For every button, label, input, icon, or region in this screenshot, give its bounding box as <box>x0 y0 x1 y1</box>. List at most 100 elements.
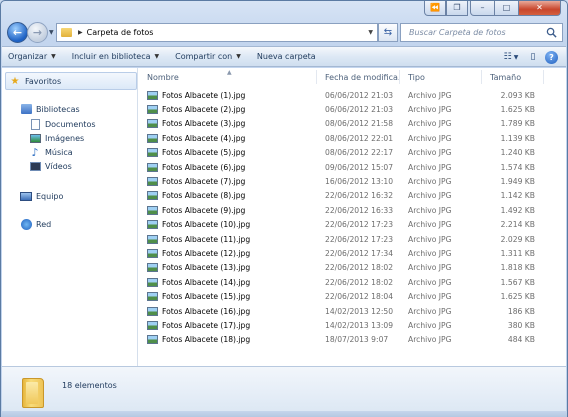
column-size[interactable]: Tamaño <box>482 70 544 84</box>
nav-favorites[interactable]: ★ Favoritos <box>5 72 137 90</box>
file-row[interactable]: Fotos Albacete (3).jpg 08/06/2012 21:58 Ar… <box>139 117 566 131</box>
nav-pictures[interactable]: Imágenes <box>29 132 84 144</box>
file-row[interactable]: Fotos Albacete (14).jpg 22/06/2012 18:02 A… <box>139 275 566 289</box>
file-name-cell[interactable]: Fotos Albacete (3).jpg <box>147 119 246 129</box>
forward-button[interactable]: → <box>27 22 48 43</box>
file-name-cell[interactable]: Fotos Albacete (14).jpg <box>147 277 250 287</box>
file-type: Archivo JPG <box>408 205 452 215</box>
preview-pane-icon[interactable]: ▯ <box>523 50 543 64</box>
back-button[interactable]: ← <box>7 22 28 43</box>
nav-favorites-label: Favoritos <box>25 76 62 86</box>
nav-computer[interactable]: Equipo <box>20 190 63 202</box>
breadcrumb-separator-icon[interactable]: ▶ <box>78 29 83 36</box>
file-name: Fotos Albacete (13).jpg <box>162 263 251 273</box>
jpg-file-icon <box>147 292 158 302</box>
file-name: Fotos Albacete (10).jpg <box>162 220 251 230</box>
file-name-cell[interactable]: Fotos Albacete (13).jpg <box>147 263 251 273</box>
file-row[interactable]: Fotos Albacete (6).jpg 09/06/2012 15:07 Ar… <box>139 160 566 174</box>
maximize-button[interactable]: □ <box>495 1 519 16</box>
file-name-cell[interactable]: Fotos Albacete (16).jpg <box>147 306 250 316</box>
file-row[interactable]: Fotos Albacete (5).jpg 08/06/2012 22:17 Ar… <box>139 146 566 160</box>
share-with-menu[interactable]: Compartir con ▼ <box>169 52 247 61</box>
file-row[interactable]: Fotos Albacete (12).jpg 22/06/2012 17:34 A… <box>139 246 566 260</box>
address-dropdown-icon[interactable]: ▼ <box>368 29 373 36</box>
file-row[interactable]: Fotos Albacete (1).jpg 06/06/2012 21:03 Ar… <box>139 88 566 102</box>
file-name-cell[interactable]: Fotos Albacete (18).jpg <box>147 335 250 345</box>
file-date: 18/07/2013 9:07 <box>325 335 389 345</box>
file-row[interactable]: Fotos Albacete (9).jpg 22/06/2012 16:33 Ar… <box>139 203 566 217</box>
new-folder-label: Nueva carpeta <box>256 52 316 61</box>
file-row[interactable]: Fotos Albacete (11).jpg 22/06/2012 17:23 A… <box>139 232 566 246</box>
help-icon[interactable]: ? <box>545 50 558 64</box>
jpg-file-icon <box>147 177 158 187</box>
file-row[interactable]: Fotos Albacete (16).jpg 14/02/2013 12:50 A… <box>139 304 566 318</box>
file-name-cell[interactable]: Fotos Albacete (11).jpg <box>147 234 251 244</box>
file-row[interactable]: Fotos Albacete (18).jpg 18/07/2013 9:07 Ar… <box>139 333 566 347</box>
nav-documents[interactable]: Documentos <box>29 118 96 130</box>
search-icon[interactable] <box>546 27 557 38</box>
file-name-cell[interactable]: Fotos Albacete (17).jpg <box>147 320 251 330</box>
file-row[interactable]: Fotos Albacete (4).jpg 08/06/2012 22:01 Ar… <box>139 131 566 145</box>
file-date: 22/06/2012 18:02 <box>325 263 394 273</box>
search-input[interactable] <box>409 28 539 37</box>
file-row[interactable]: Fotos Albacete (10).jpg 22/06/2012 17:23 A… <box>139 218 566 232</box>
nav-libraries[interactable]: Bibliotecas <box>20 103 80 115</box>
file-name-cell[interactable]: Fotos Albacete (10).jpg <box>147 220 251 230</box>
include-in-library-menu[interactable]: Incluir en biblioteca ▼ <box>66 52 165 61</box>
file-size: 1.142 KB <box>500 191 535 201</box>
recent-pages-dropdown[interactable]: ▼ <box>49 29 54 36</box>
file-row[interactable]: Fotos Albacete (7).jpg 16/06/2012 13:10 Ar… <box>139 174 566 188</box>
window-bottom-edge <box>1 411 567 417</box>
rewind-icon[interactable]: ⏪ <box>424 1 446 16</box>
file-row[interactable]: Fotos Albacete (8).jpg 22/06/2012 16:32 Ar… <box>139 189 566 203</box>
column-name[interactable]: Nombre ▲ <box>139 70 317 84</box>
file-row[interactable]: Fotos Albacete (17).jpg 14/02/2013 13:09 A… <box>139 318 566 332</box>
refresh-button[interactable]: ⇆ <box>378 23 398 42</box>
file-name-cell[interactable]: Fotos Albacete (5).jpg <box>147 148 245 158</box>
file-name: Fotos Albacete (3).jpg <box>162 119 246 129</box>
views-icon[interactable]: ☷ ▼ <box>501 50 521 64</box>
file-size: 1.625 KB <box>500 105 535 115</box>
file-name-cell[interactable]: Fotos Albacete (4).jpg <box>147 133 245 143</box>
column-type[interactable]: Tipo <box>400 70 482 84</box>
close-button[interactable]: ✕ <box>519 1 561 16</box>
file-name: Fotos Albacete (11).jpg <box>162 234 251 244</box>
minimize-button[interactable]: – <box>470 1 495 16</box>
jpg-file-icon <box>147 320 158 330</box>
new-folder-button[interactable]: Nueva carpeta <box>251 52 322 61</box>
file-date: 22/06/2012 16:33 <box>325 205 394 215</box>
file-name-cell[interactable]: Fotos Albacete (2).jpg <box>147 105 246 115</box>
restore-aux-icon[interactable]: ❐ <box>446 1 468 16</box>
file-name-cell[interactable]: Fotos Albacete (8).jpg <box>147 191 245 201</box>
nav-videos[interactable]: Vídeos <box>29 160 72 172</box>
file-name-cell[interactable]: Fotos Albacete (7).jpg <box>147 177 246 187</box>
file-name-cell[interactable]: Fotos Albacete (15).jpg <box>147 292 250 302</box>
column-date[interactable]: Fecha de modifica... <box>317 70 400 84</box>
file-type: Archivo JPG <box>408 90 452 100</box>
file-row[interactable]: Fotos Albacete (15).jpg 22/06/2012 18:04 A… <box>139 289 566 303</box>
file-name-cell[interactable]: Fotos Albacete (9).jpg <box>147 205 245 215</box>
file-type: Archivo JPG <box>408 248 452 258</box>
file-name: Fotos Albacete (7).jpg <box>162 177 246 187</box>
file-name: Fotos Albacete (2).jpg <box>162 105 246 115</box>
file-list: Nombre ▲ Fecha de modifica... Tipo Tamañ… <box>139 68 566 366</box>
file-name: Fotos Albacete (12).jpg <box>162 248 251 258</box>
file-row[interactable]: Fotos Albacete (13).jpg 22/06/2012 18:02 A… <box>139 261 566 275</box>
organize-menu[interactable]: Organizar ▼ <box>2 52 62 61</box>
file-name: Fotos Albacete (17).jpg <box>162 320 251 330</box>
file-name-cell[interactable]: Fotos Albacete (1).jpg <box>147 90 245 100</box>
file-name-cell[interactable]: Fotos Albacete (6).jpg <box>147 162 245 172</box>
address-bar[interactable]: ▶ Carpeta de fotos ▼ <box>56 23 378 42</box>
nav-videos-label: Vídeos <box>45 161 72 171</box>
file-name-cell[interactable]: Fotos Albacete (12).jpg <box>147 248 251 258</box>
address-row: ← → ▼ ▶ Carpeta de fotos ▼ ⇆ <box>7 21 563 45</box>
nav-music[interactable]: ♪ Música <box>29 146 72 159</box>
breadcrumb[interactable]: Carpeta de fotos <box>87 28 154 37</box>
jpg-file-icon <box>147 162 158 172</box>
nav-network[interactable]: Red <box>20 218 51 230</box>
file-date: 22/06/2012 17:23 <box>325 220 394 230</box>
search-box[interactable] <box>400 23 563 42</box>
share-with-label: Compartir con <box>175 52 233 61</box>
file-row[interactable]: Fotos Albacete (2).jpg 06/06/2012 21:03 Ar… <box>139 102 566 116</box>
file-date: 06/06/2012 21:03 <box>325 90 394 100</box>
